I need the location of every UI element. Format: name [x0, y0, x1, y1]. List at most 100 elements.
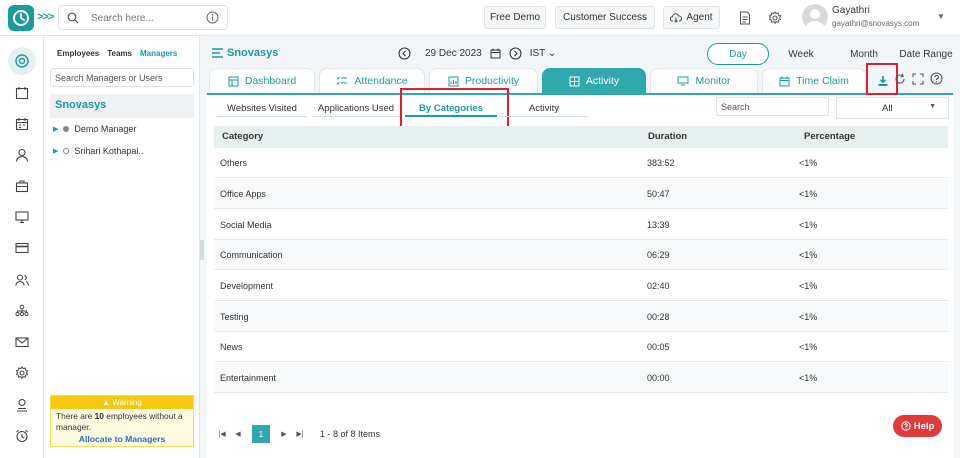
monitor-icon	[677, 76, 689, 86]
tab-employees[interactable]: Employees	[57, 49, 99, 58]
subtab-websites-visited[interactable]: Websites Visited	[217, 100, 307, 116]
calendar-grid-icon[interactable]	[12, 114, 32, 134]
tab-teams[interactable]: Teams	[107, 49, 132, 58]
cell-duration: 02:40	[647, 281, 670, 291]
app-logo[interactable]	[8, 5, 34, 31]
period-day[interactable]: Day	[707, 43, 769, 65]
badge-icon[interactable]	[12, 395, 32, 415]
org-chart-icon[interactable]	[12, 301, 32, 321]
expand-arrow-icon[interactable]: ▶	[53, 125, 58, 133]
monitor-icon[interactable]	[12, 207, 32, 227]
expand-arrow-icon[interactable]: ▶	[53, 147, 58, 155]
tree-item-srihari[interactable]: ▶ Srihari Kothapal..	[50, 143, 194, 159]
user-name: Gayathri	[832, 5, 870, 16]
help-circle-icon	[901, 421, 911, 431]
prev-page-icon[interactable]: ◀	[230, 430, 246, 438]
users-icon[interactable]	[12, 270, 32, 290]
tab-monitor[interactable]: Monitor	[650, 68, 758, 93]
warning-text: There are 10 employees without a manager…	[51, 409, 193, 433]
period-week[interactable]: Week	[781, 43, 821, 65]
first-page-icon[interactable]: |◀	[214, 430, 230, 438]
period-date-range[interactable]: Date Range	[898, 43, 954, 65]
last-page-icon[interactable]: ▶|	[292, 430, 308, 438]
cell-duration: 00:28	[647, 312, 670, 322]
timezone-select[interactable]: IST ⌄	[530, 48, 557, 59]
tree-item-label: Demo Manager	[74, 124, 137, 134]
table-row[interactable]: Development 02:40 <1%	[214, 271, 948, 301]
table-row[interactable]: Others 383:52 <1%	[214, 148, 948, 178]
mail-icon[interactable]	[12, 332, 32, 352]
help-button[interactable]: Help	[893, 415, 942, 437]
agent-button[interactable]: Agent	[663, 6, 720, 29]
cell-category: Communication	[220, 250, 283, 260]
status-dot-icon	[63, 148, 70, 154]
subtab-highlight-box	[400, 88, 509, 128]
caret-down-icon[interactable]: ▼	[937, 12, 945, 21]
briefcase-icon[interactable]	[12, 176, 32, 196]
warning-box: ▲ Warning There are 10 employees without…	[50, 395, 194, 447]
prev-date-icon[interactable]	[398, 46, 411, 60]
people-tabs: Employees Teams Managers	[50, 44, 196, 62]
settings-icon[interactable]	[12, 363, 32, 383]
customer-success-button[interactable]: Customer Success	[555, 6, 655, 29]
column-percentage[interactable]: Percentage	[804, 131, 855, 142]
document-icon[interactable]	[734, 7, 756, 29]
table-row[interactable]: Office Apps 50:47 <1%	[214, 179, 948, 209]
next-date-icon[interactable]	[509, 46, 522, 60]
warning-count: 10	[94, 411, 104, 421]
table-row[interactable]: News 00:05 <1%	[214, 332, 948, 362]
org-name[interactable]: Snovasys	[50, 94, 194, 118]
warning-header: ▲ Warning	[51, 396, 193, 409]
next-page-icon[interactable]: ▶	[276, 430, 292, 438]
current-page[interactable]: 1	[252, 425, 270, 443]
tree-item-demo-manager[interactable]: ▶ Demo Manager	[50, 121, 194, 137]
panel-resize-handle[interactable]	[200, 240, 204, 260]
column-category[interactable]: Category	[222, 131, 263, 142]
tab-dashboard[interactable]: Dashboard	[209, 68, 315, 93]
help-circle-icon[interactable]	[930, 72, 943, 85]
refresh-icon[interactable]	[894, 73, 906, 85]
category-filter-select[interactable]: All ▼	[836, 97, 949, 119]
subtab-applications-used[interactable]: Applications Used	[312, 100, 400, 116]
cell-percentage: <1%	[799, 189, 818, 199]
tab-monitor-label: Monitor	[695, 75, 731, 87]
calendar-icon[interactable]	[490, 48, 501, 59]
user-avatar[interactable]	[802, 4, 828, 30]
free-demo-button[interactable]: Free Demo	[484, 6, 546, 29]
fullscreen-icon[interactable]	[912, 73, 924, 85]
current-date[interactable]: 29 Dec 2023	[425, 48, 482, 59]
tab-managers[interactable]: Managers	[140, 49, 177, 58]
card-icon[interactable]	[12, 238, 32, 258]
user-icon[interactable]	[12, 145, 32, 165]
table-row[interactable]: Communication 06:29 <1%	[214, 240, 948, 270]
subtab-underline	[312, 116, 400, 117]
tab-activity[interactable]: Activity	[542, 68, 646, 93]
expand-sidebar-icon[interactable]: >>>	[37, 11, 54, 23]
table-search-input[interactable]: Search	[716, 97, 829, 116]
managers-search-input[interactable]: Search Managers or Users	[50, 68, 194, 87]
column-duration[interactable]: Duration	[648, 131, 687, 142]
period-month[interactable]: Month	[843, 43, 885, 65]
productivity-icon	[448, 76, 459, 87]
agent-label: Agent	[686, 12, 713, 23]
table-header: Category Duration Percentage	[214, 126, 948, 148]
table-row[interactable]: Entertainment 00:00 <1%	[214, 363, 948, 393]
alarm-icon[interactable]	[12, 426, 32, 446]
subtab-activity[interactable]: Activity	[500, 100, 588, 116]
help-label: Help	[913, 420, 935, 432]
tab-activity-label: Activity	[585, 75, 620, 87]
date-navigator: 29 Dec 2023 IST ⌄	[398, 44, 556, 62]
menu-icon[interactable]	[212, 48, 223, 58]
info-icon[interactable]	[206, 11, 219, 24]
settings-icon[interactable]	[764, 7, 786, 29]
table-row[interactable]: Social Media 13:39 <1%	[214, 210, 948, 240]
dashboard-icon[interactable]	[8, 47, 36, 75]
search-icon	[67, 12, 79, 24]
caret-down-icon: ▼	[929, 103, 936, 110]
allocate-managers-link[interactable]: Allocate to Managers	[51, 433, 193, 444]
calendar-icon[interactable]	[12, 83, 32, 103]
table-row[interactable]: Testing 00:28 <1%	[214, 302, 948, 332]
tab-time-claim[interactable]: Time Claim	[762, 68, 866, 93]
global-search[interactable]: Search here...	[58, 5, 228, 30]
customer-success-label: Customer Success	[563, 12, 647, 23]
